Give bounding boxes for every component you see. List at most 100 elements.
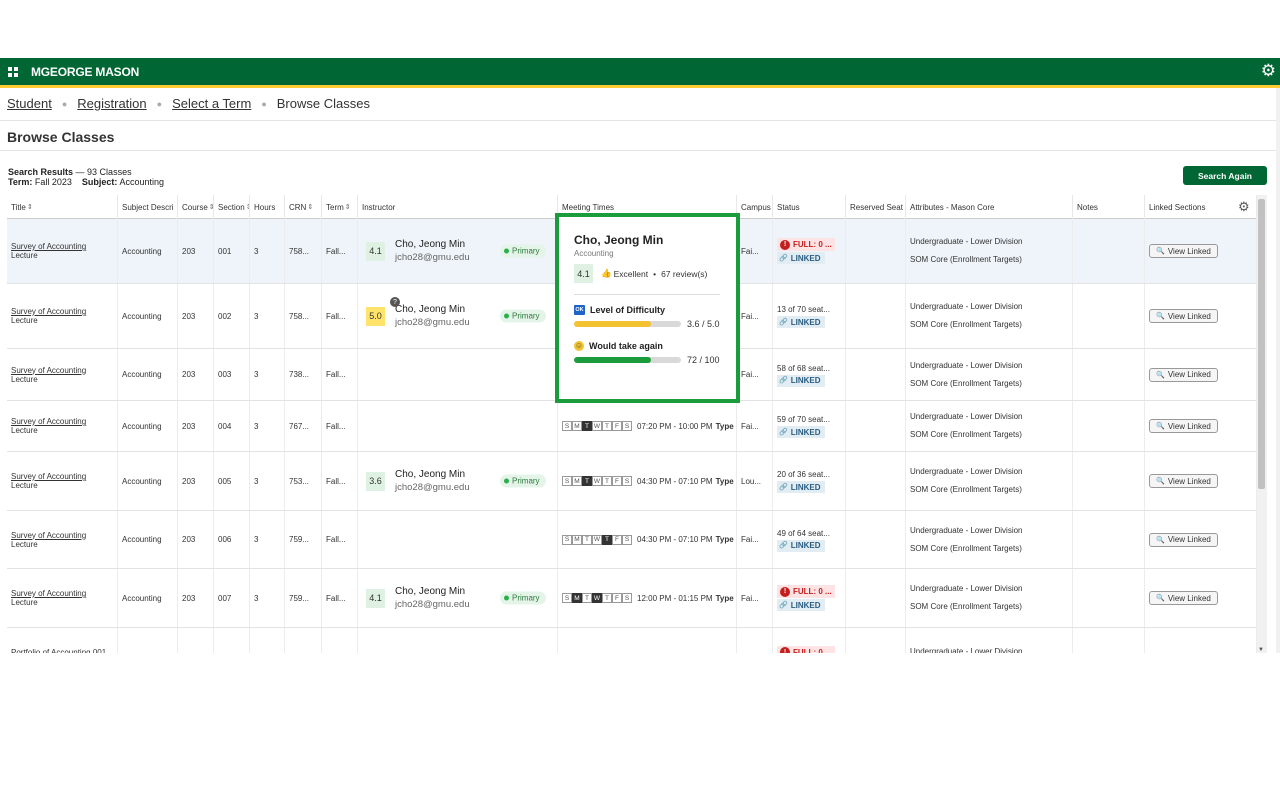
instructor-email[interactable]: jcho28@gmu.edu (395, 598, 470, 611)
column-header[interactable]: Course⇕ (178, 195, 214, 219)
difficulty-label: OK Level of Difficulty (574, 305, 666, 315)
table-cell: 🔍 View Linked (1145, 569, 1257, 627)
instructor-block[interactable]: 5.0? Cho, Jeong Min jcho28@gmu.edu (366, 297, 470, 329)
column-header[interactable]: Notes (1073, 195, 1145, 219)
column-header-label: CRN (289, 202, 307, 212)
course-title-link[interactable]: Survey of Accounting (11, 531, 86, 540)
view-linked-button[interactable]: 🔍 View Linked (1149, 244, 1218, 258)
instructor-name[interactable]: Cho, Jeong Min (395, 238, 470, 251)
table-cell: 001 (214, 219, 250, 283)
column-header[interactable]: Section⇕ (214, 195, 250, 219)
column-header[interactable]: Instructor (358, 195, 558, 219)
column-header-label: Notes (1077, 202, 1098, 212)
table-cell: 758... (285, 284, 322, 348)
column-header[interactable]: Campus (737, 195, 773, 219)
column-header[interactable]: Subject Descri (118, 195, 178, 219)
view-linked-label: View Linked (1167, 246, 1211, 256)
day-indicator: S (562, 476, 572, 486)
hours-value: 3 (254, 476, 259, 486)
breadcrumb-registration[interactable]: Registration (77, 96, 146, 111)
instructor-name[interactable]: Cho, Jeong Min (395, 303, 470, 316)
divider (574, 294, 720, 295)
instructor-block[interactable]: 4.1 Cho, Jeong Min jcho28@gmu.edu (366, 238, 470, 264)
table-cell: Survey of Accounting Lecture (7, 511, 118, 568)
ok-icon: OK (574, 305, 585, 315)
apps-grid-icon[interactable] (8, 67, 18, 77)
table-cell: Fall... (322, 569, 358, 627)
table-cell: 203 (178, 284, 214, 348)
course-title-link[interactable]: Survey of Accounting (11, 366, 86, 375)
search-again-button[interactable]: Search Again (1183, 166, 1267, 185)
day-indicator: S (622, 593, 632, 603)
column-header[interactable]: Hours (250, 195, 285, 219)
thumbs-up-icon: 👍 (601, 268, 612, 278)
column-header[interactable]: Title ⇕ (7, 195, 118, 219)
rating-score-badge[interactable]: 3.6 (366, 471, 385, 491)
column-header[interactable]: Reserved Seat (846, 195, 906, 219)
subject-value: Accounting (119, 177, 164, 187)
linked-text: LINKED (790, 541, 821, 550)
table-scrollbar[interactable]: ▼ (1257, 195, 1267, 653)
view-linked-button[interactable]: 🔍 View Linked (1149, 419, 1218, 433)
day-indicator: W (592, 421, 602, 431)
instructor-name[interactable]: Cho, Jeong Min (395, 585, 470, 598)
sort-icon[interactable]: ⇕ (307, 203, 313, 211)
day-indicator: T (602, 476, 612, 486)
page-scrollbar[interactable] (1276, 88, 1280, 653)
instructor-name[interactable]: Cho, Jeong Min (395, 468, 470, 481)
term-value: Fall... (326, 476, 346, 486)
course-title-link[interactable]: Portfolio of Accounting 001 (11, 648, 106, 654)
take-again-bar-fill (574, 357, 652, 363)
scroll-down-arrow-icon[interactable]: ▼ (1258, 647, 1264, 653)
settings-gear-icon[interactable]: ⚙ (1261, 62, 1276, 80)
help-question-icon[interactable]: ? (390, 297, 400, 307)
table-cell: Undergraduate - Lower Division (906, 628, 1073, 653)
column-settings-gear-icon[interactable]: ⚙ (1238, 199, 1250, 215)
table-cell: 005 (214, 452, 250, 510)
popover-quality: Excellent (613, 268, 649, 279)
instructor-block[interactable]: 4.1 Cho, Jeong Min jcho28@gmu.edu (366, 585, 470, 611)
rating-score-badge[interactable]: 4.1 (366, 241, 385, 261)
hours-value: 3 (254, 311, 259, 321)
column-header-label: Course (182, 202, 208, 212)
george-mason-logo[interactable]: MGEORGE MASON (31, 65, 139, 79)
breadcrumb-select-term[interactable]: Select a Term (172, 96, 251, 111)
table-cell: 759... (285, 511, 322, 568)
term-value: Fall... (326, 311, 346, 321)
scroll-thumb[interactable] (1258, 199, 1265, 489)
view-linked-button[interactable]: 🔍 View Linked (1149, 591, 1218, 605)
table-cell: Survey of Accounting Lecture (7, 219, 118, 283)
sort-icon[interactable]: ⇕ (345, 203, 351, 211)
course-title-link[interactable]: Survey of Accounting (11, 417, 86, 426)
meeting-time: 07:20 PM - 10:00 PM (637, 421, 713, 431)
table-cell: Fai... (737, 349, 773, 400)
table-cell: Accounting (118, 401, 178, 451)
breadcrumb-student[interactable]: Student (7, 96, 52, 111)
sort-icon[interactable]: ⇕ (27, 203, 33, 211)
instructor-email[interactable]: jcho28@gmu.edu (395, 316, 470, 329)
column-header[interactable]: Term ⇕ (322, 195, 358, 219)
view-linked-button[interactable]: 🔍 View Linked (1149, 474, 1218, 488)
table-cell: 004 (214, 401, 250, 451)
table-cell: ! FULL: 0 ... 🔗 LINKED (773, 569, 846, 627)
rating-score-badge[interactable]: 5.0 (366, 306, 385, 326)
course-title-link[interactable]: Survey of Accounting (11, 472, 86, 481)
view-linked-button[interactable]: 🔍 View Linked (1149, 309, 1218, 323)
course-title-link[interactable]: Survey of Accounting (11, 242, 86, 251)
view-linked-button[interactable]: 🔍 View Linked (1149, 532, 1218, 547)
view-linked-button[interactable]: 🔍 View Linked (1149, 367, 1218, 382)
table-cell (1073, 452, 1145, 510)
section-value: 003 (218, 370, 232, 379)
column-header[interactable]: CRN ⇕ (285, 195, 322, 219)
instructor-email[interactable]: jcho28@gmu.edu (395, 251, 470, 264)
instructor-block[interactable]: 3.6 Cho, Jeong Min jcho28@gmu.edu (366, 468, 470, 494)
course-title-link[interactable]: Survey of Accounting (11, 589, 86, 598)
search-icon: 🔍 (1156, 423, 1165, 430)
column-header-label: Section (218, 202, 245, 212)
instructor-email[interactable]: jcho28@gmu.edu (395, 481, 470, 494)
column-header[interactable]: Attributes - Mason Core (906, 195, 1073, 219)
column-header[interactable]: Status (773, 195, 846, 219)
primary-badge: Primary (500, 474, 546, 488)
rating-score-badge[interactable]: 4.1 (366, 588, 385, 608)
course-title-link[interactable]: Survey of Accounting (11, 307, 86, 316)
